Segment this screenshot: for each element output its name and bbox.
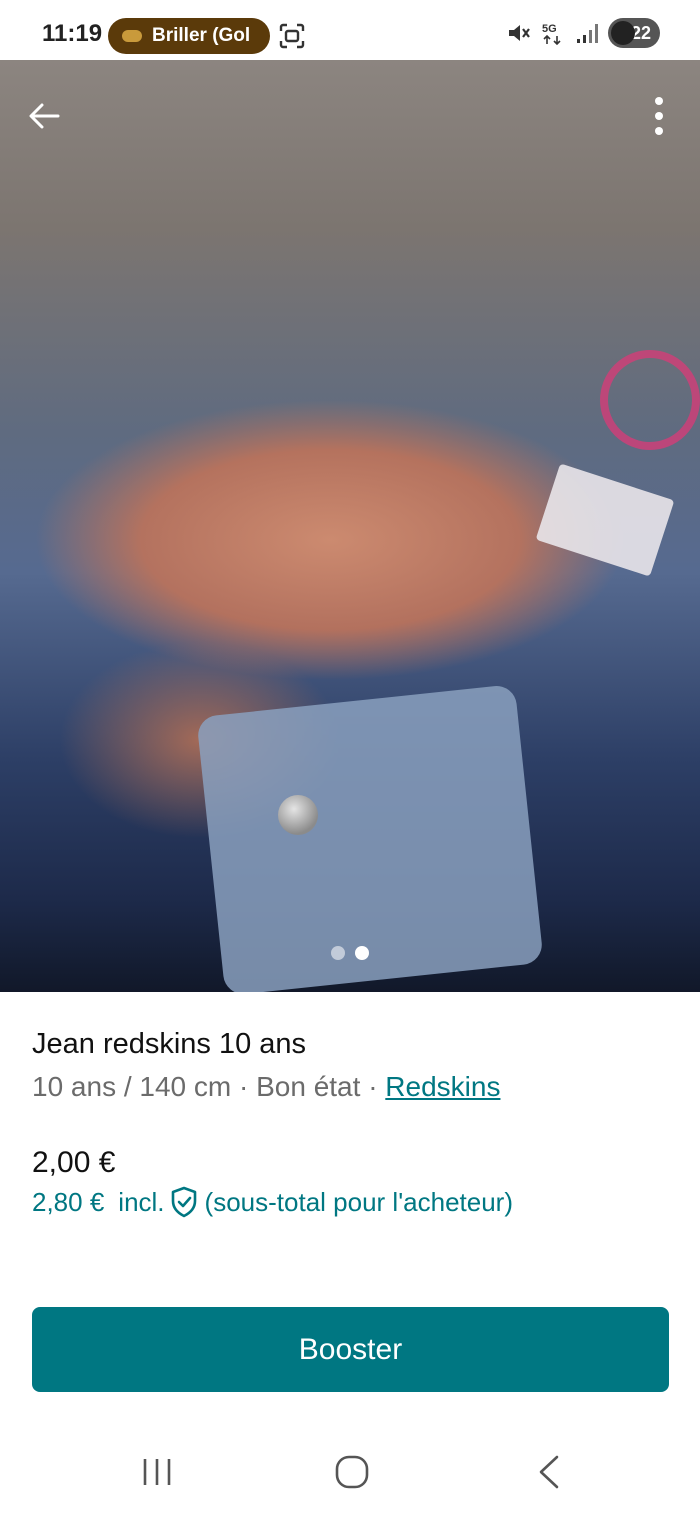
status-icons: 5G 22 [506,18,660,48]
item-details: 10 ans / 140 cm · Bon état · Redskins [32,1071,672,1103]
brand-link[interactable]: Redskins [385,1071,500,1102]
item-details-text: 10 ans / 140 cm · Bon état · [32,1071,386,1102]
mute-icon [509,25,530,41]
charging-icon [611,21,635,45]
notification-pill-text: Briller (Gol [152,25,251,46]
notification-pill[interactable]: Briller (Gol [108,18,270,54]
buyer-note: (sous-total pour l'acheteur) [204,1186,513,1217]
booster-button[interactable]: Booster [32,1307,669,1392]
more-vertical-icon[interactable] [644,92,674,140]
buyer-price-line[interactable]: 2,80 € incl. (sous-total pour l'acheteur… [32,1186,513,1218]
screenshot-icon [279,23,305,49]
photo-page-indicator [0,946,700,960]
item-price: 2,00 € [32,1146,116,1179]
item-title: Jean redskins 10 ans [32,1028,307,1060]
home-icon[interactable] [334,1454,370,1490]
network-5g-icon: 5G [542,23,561,46]
status-bar: 11:19 Briller (Gol 5G 22 [0,0,700,60]
photo-rivet-detail [278,795,318,835]
system-nav-bar [0,1420,700,1517]
buyer-incl-label: incl. [118,1186,165,1217]
shield-check-icon [171,1186,196,1218]
page-dot[interactable] [331,946,345,960]
arrow-left-icon[interactable] [24,96,64,136]
product-photo[interactable] [0,60,700,992]
buyer-price: 2,80 € [32,1186,105,1217]
item-info: Jean redskins 10 ans 10 ans / 140 cm · B… [32,1028,672,1103]
network-label: 5G [542,23,557,35]
recent-apps-icon[interactable] [140,1456,174,1488]
status-time: 11:19 [42,20,103,47]
back-icon[interactable] [536,1454,562,1490]
photo-label-detail [535,463,675,577]
page-dot-active[interactable] [355,946,369,960]
app-notification-icon [122,30,142,42]
battery-indicator: 22 [608,18,660,48]
photo-logo-detail [600,350,700,450]
signal-icon [577,24,598,43]
